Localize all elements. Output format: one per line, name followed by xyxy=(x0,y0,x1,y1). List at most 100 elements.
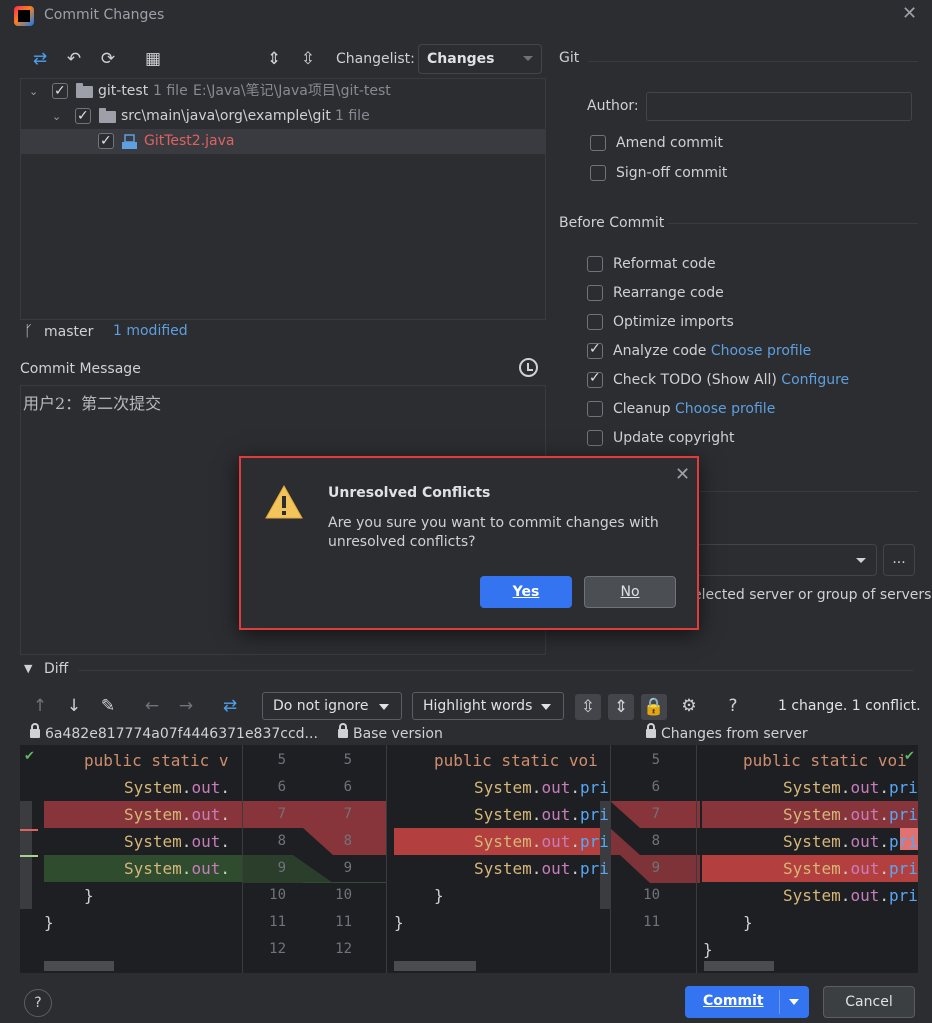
close-icon[interactable]: ✕ xyxy=(675,464,690,485)
analyze-choose-profile-link[interactable]: Choose profile xyxy=(711,343,811,359)
code-line: } xyxy=(44,913,54,932)
line-number: 11 xyxy=(335,914,352,930)
reformat-checkbox[interactable] xyxy=(587,256,603,272)
commit-button[interactable]: Commit xyxy=(685,986,809,1018)
code-line: System.out.pri xyxy=(474,778,609,797)
code-line: System.out.pri xyxy=(783,886,918,905)
code-line: } xyxy=(703,940,713,959)
change-marker xyxy=(20,855,38,857)
group-by-icon[interactable]: ▦ xyxy=(142,48,164,70)
code-line: } xyxy=(434,886,444,905)
left-pane-header: 6a482e817774a07f4446371e837ccd... xyxy=(30,723,318,742)
collapse-unchanged-icon[interactable]: ⇳ xyxy=(575,694,601,720)
code-line: System.out.pri xyxy=(474,805,609,824)
right-pane-header: Changes from server xyxy=(646,723,808,742)
line-number: 10 xyxy=(643,887,660,903)
changelist-label: Changelist: xyxy=(336,51,415,67)
dialog-title: Unresolved Conflicts xyxy=(328,485,491,501)
root-count: 1 file xyxy=(153,83,188,99)
line-number: 5 xyxy=(651,752,660,768)
author-label: Author: xyxy=(587,98,639,114)
signoff-checkbox[interactable] xyxy=(590,165,606,181)
code-line: System.out. xyxy=(124,805,230,824)
chevron-down-icon xyxy=(541,704,551,710)
chevron-down-icon[interactable]: ▼ xyxy=(24,662,32,675)
check-todo-checkbox[interactable] xyxy=(587,368,603,388)
root-checkbox[interactable] xyxy=(52,79,68,104)
changelist-value: Changes xyxy=(427,51,495,67)
tree-row-root[interactable]: ⌄ git-test 1 file E:\Java\笔记\Java项目\git-… xyxy=(21,79,545,104)
optimize-checkbox[interactable] xyxy=(587,314,603,330)
arrow-up-icon[interactable]: ↑ xyxy=(29,695,51,717)
rearrange-checkbox[interactable] xyxy=(587,285,603,301)
analyze-label: Analyze code xyxy=(613,343,707,359)
show-diff-icon[interactable]: ⇄ xyxy=(29,48,51,70)
commit-message-label: Commit Message xyxy=(20,361,141,377)
arrow-down-icon[interactable]: ↓ xyxy=(63,695,85,717)
chevron-down-icon[interactable]: ⌄ xyxy=(29,79,39,104)
horizontal-scrollbar[interactable] xyxy=(44,961,114,971)
analyze-checkbox[interactable] xyxy=(587,339,603,359)
divider xyxy=(700,491,918,492)
close-icon[interactable]: ✕ xyxy=(902,3,917,24)
lock-icon[interactable]: 🔒 xyxy=(641,694,667,720)
code-line: public static voi xyxy=(743,751,907,770)
code-line: System.out.pri xyxy=(783,778,918,797)
file-checkbox[interactable] xyxy=(98,129,114,154)
amend-checkbox[interactable] xyxy=(590,135,606,151)
help-button[interactable]: ? xyxy=(24,989,52,1017)
arrow-right-icon[interactable]: → xyxy=(175,695,197,717)
code-line: public static voi xyxy=(434,751,598,770)
gear-icon[interactable]: ⚙ xyxy=(678,695,700,717)
refresh-icon[interactable]: ⟳ xyxy=(97,48,119,70)
no-button[interactable]: No xyxy=(584,576,676,608)
copyright-label: Update copyright xyxy=(613,430,735,446)
lock-icon xyxy=(646,723,656,738)
collapse-all-icon[interactable]: ⇳ xyxy=(297,48,319,70)
horizontal-scrollbar[interactable] xyxy=(704,961,774,971)
chevron-down-icon[interactable]: ⌄ xyxy=(52,104,62,129)
code-line: public static v xyxy=(84,751,229,770)
line-number: 9 xyxy=(343,860,352,876)
author-input[interactable] xyxy=(646,92,912,121)
server-more-button[interactable]: ... xyxy=(883,544,915,576)
help-icon[interactable]: ? xyxy=(722,695,744,717)
changelist-dropdown[interactable]: Changes xyxy=(418,44,542,74)
line-number: 8 xyxy=(651,833,660,849)
code-line: System.out.pri xyxy=(783,805,918,824)
unresolved-conflicts-dialog: ✕ Unresolved Conflicts Are you sure you … xyxy=(239,456,699,630)
line-number: 10 xyxy=(269,887,286,903)
horizontal-scrollbar[interactable] xyxy=(394,961,476,971)
copyright-checkbox[interactable] xyxy=(587,430,603,446)
sync-scroll-icon[interactable]: ⇕ xyxy=(608,694,634,720)
line-number: 12 xyxy=(269,941,286,957)
folder-checkbox[interactable] xyxy=(75,104,91,129)
cleanup-choose-profile-link[interactable]: Choose profile xyxy=(675,401,775,417)
tree-row-folder[interactable]: ⌄ src\main\java\org\example\git 1 file xyxy=(21,104,545,129)
compare-icon[interactable]: ⇄ xyxy=(219,695,241,717)
chevron-down-icon[interactable] xyxy=(789,999,799,1005)
configure-link[interactable]: Configure xyxy=(781,372,849,388)
code-line: System.out. xyxy=(124,832,230,851)
modified-count-link[interactable]: 1 modified xyxy=(113,323,188,339)
code-line: } xyxy=(84,886,94,905)
line-number: 6 xyxy=(343,779,352,795)
expand-all-icon[interactable]: ⇕ xyxy=(263,48,285,70)
folder-count: 1 file xyxy=(335,108,370,124)
rollback-icon[interactable]: ↶ xyxy=(63,48,85,70)
branch-name[interactable]: master xyxy=(44,324,93,340)
edit-icon[interactable]: ✎ xyxy=(97,695,119,717)
server-dropdown[interactable] xyxy=(693,544,877,576)
window-title: Commit Changes xyxy=(44,7,165,23)
cleanup-checkbox[interactable] xyxy=(587,401,603,417)
pane-divider xyxy=(386,745,387,973)
ignore-dropdown[interactable]: Do not ignore xyxy=(262,692,402,720)
chevron-down-icon xyxy=(856,558,866,563)
highlight-dropdown[interactable]: Highlight words xyxy=(412,692,564,720)
history-icon[interactable] xyxy=(519,358,538,377)
code-line: System.out.pri xyxy=(474,859,609,878)
tree-row-file[interactable]: GitTest2.java xyxy=(21,129,545,154)
arrow-left-icon[interactable]: ← xyxy=(141,695,163,717)
cancel-button[interactable]: Cancel xyxy=(823,986,915,1018)
yes-button[interactable]: Yes xyxy=(480,576,572,608)
